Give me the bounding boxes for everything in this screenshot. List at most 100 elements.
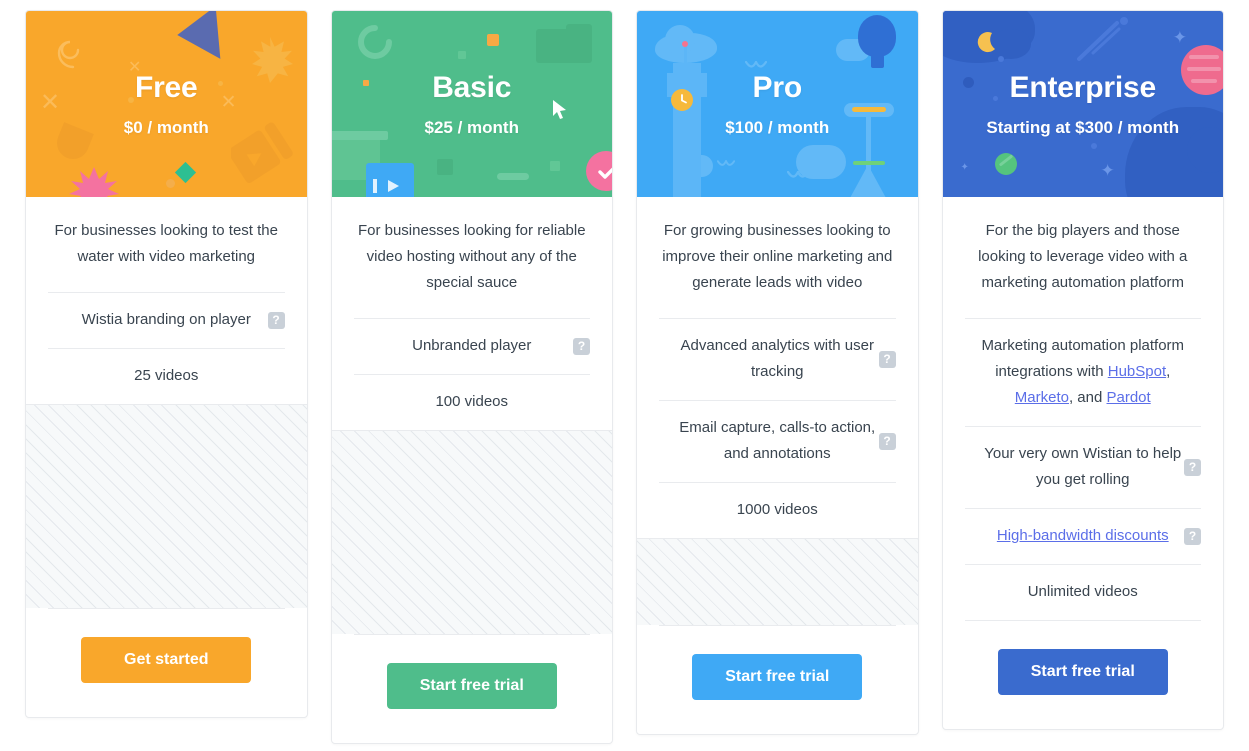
dot-shape: [1091, 143, 1097, 149]
diamond-shape: [175, 162, 196, 183]
night-cloud-shape: [991, 29, 1031, 59]
plan-header-pro: Pro $100 / month: [637, 11, 918, 197]
folder-icon: [566, 24, 592, 32]
plan-body-free: For businesses looking to test the water…: [26, 197, 307, 717]
dot-shape: [993, 96, 998, 101]
checkmark-icon: [598, 163, 612, 181]
moon-icon: [975, 29, 1003, 57]
plan-card-enterprise[interactable]: ✦ ✦ ✦ Enterprise Starting at $300 / mont…: [942, 10, 1225, 730]
hubspot-link[interactable]: HubSpot: [1108, 363, 1166, 380]
plan-filler-stripes: [637, 538, 918, 625]
plan-name: Basic: [432, 73, 511, 103]
pricing-plans-grid: ✕ ✕ ✕ Free $0 / month For businesses: [0, 0, 1249, 744]
plan-description: For businesses looking for reliable vide…: [332, 197, 613, 318]
orange-square-shape: [487, 34, 499, 46]
help-icon[interactable]: ?: [879, 433, 896, 450]
pink-planet-icon: [1181, 45, 1223, 95]
planet-stripe: [1187, 67, 1221, 71]
sparkle-icon: ✦: [1173, 29, 1187, 46]
plan-feature: Marketing automation platform integratio…: [965, 318, 1202, 426]
shooting-star-icon: [1073, 15, 1133, 63]
video-player-icon: [366, 163, 414, 197]
space-needle-top: [844, 103, 894, 117]
x-mark-shape: ✕: [221, 93, 237, 112]
plan-description: For the big players and those looking to…: [943, 197, 1224, 318]
tower-shape: [667, 73, 707, 97]
help-icon[interactable]: ?: [879, 351, 896, 368]
pardot-link[interactable]: Pardot: [1107, 389, 1151, 406]
help-icon[interactable]: ?: [1184, 459, 1201, 476]
plan-card-basic[interactable]: Basic $25 / month For businesses looking…: [331, 10, 614, 744]
plan-feature: Email capture, calls-to action, and anno…: [659, 400, 896, 482]
help-icon[interactable]: ?: [573, 338, 590, 355]
plan-body-pro: For growing businesses looking to improv…: [637, 197, 918, 734]
plan-feature-label: 1000 videos: [737, 497, 818, 523]
plan-footer: Start free trial: [354, 634, 591, 743]
bird-icon: [717, 160, 735, 169]
green-planet-icon: [995, 153, 1017, 175]
slider-shape: [497, 173, 529, 180]
plan-feature-label: High-bandwidth discounts: [997, 523, 1169, 549]
plan-feature: 100 videos: [354, 374, 591, 430]
plan-footer: Start free trial: [965, 620, 1202, 729]
plan-price: Starting at $300 / month: [986, 119, 1179, 136]
screen-shape: [332, 140, 380, 180]
space-needle-deck: [853, 161, 885, 165]
cta-button-basic[interactable]: Start free trial: [387, 663, 557, 709]
loading-ring-icon: [358, 25, 392, 59]
space-needle-shape: [866, 105, 871, 197]
planet-stripe: [1191, 79, 1217, 83]
cursor-icon: [552, 99, 568, 121]
x-mark-shape: ✕: [40, 91, 60, 115]
screen-shape: [332, 131, 388, 140]
marketo-link[interactable]: Marketo: [1015, 389, 1069, 406]
folder-icon: [536, 29, 592, 63]
green-square-shape: [550, 161, 560, 171]
cloud-shape: [796, 145, 846, 179]
starburst-shape: [247, 37, 293, 83]
plan-name: Pro: [753, 73, 802, 103]
plan-feature-label: Advanced analytics with user tracking: [675, 333, 880, 385]
plan-feature-label: Marketing automation platform integratio…: [980, 333, 1185, 411]
plan-card-pro[interactable]: Pro $100 / month For growing businesses …: [636, 10, 919, 735]
plan-feature-label: Unlimited videos: [1028, 579, 1138, 605]
plan-feature-label: Your very own Wistian to help you get ro…: [980, 441, 1185, 493]
cloud-shape: [655, 33, 717, 63]
green-square-shape: [437, 159, 453, 175]
help-icon[interactable]: ?: [1184, 528, 1201, 545]
plan-price: $0 / month: [124, 119, 209, 136]
plan-feature: Wistia branding on player ?: [48, 292, 285, 348]
cta-button-enterprise[interactable]: Start free trial: [998, 649, 1168, 695]
cloud-shape: [876, 51, 883, 58]
bird-icon: [745, 61, 767, 71]
dot-shape: [166, 179, 175, 188]
tower-shape: [673, 63, 701, 197]
notebook-pencil-icon: [231, 116, 301, 194]
hot-air-balloon-icon: [858, 15, 896, 57]
spiral-icon: [48, 28, 92, 72]
dot-shape: [128, 97, 134, 103]
plan-filler-stripes: [332, 430, 613, 634]
plan-name: Enterprise: [1010, 73, 1156, 103]
orange-dot-shape: [1167, 139, 1177, 149]
high-bandwidth-discounts-link[interactable]: High-bandwidth discounts: [997, 527, 1169, 544]
plan-card-free[interactable]: ✕ ✕ ✕ Free $0 / month For businesses: [25, 10, 308, 718]
plan-body-basic: For businesses looking for reliable vide…: [332, 197, 613, 743]
plan-feature: Unlimited videos: [965, 564, 1202, 620]
cta-button-free[interactable]: Get started: [81, 637, 251, 683]
plan-feature: Your very own Wistian to help you get ro…: [965, 426, 1202, 508]
tower-shape: [684, 45, 687, 67]
plan-footer: Get started: [48, 608, 285, 717]
sparkle-icon: ✦: [1101, 162, 1115, 179]
plan-header-basic: Basic $25 / month: [332, 11, 613, 197]
plan-feature: 1000 videos: [659, 482, 896, 538]
plan-feature-label: Email capture, calls-to action, and anno…: [675, 415, 880, 467]
space-needle-base: [844, 165, 892, 197]
help-icon[interactable]: ?: [268, 312, 285, 329]
cloud-shape: [665, 25, 695, 55]
cta-button-pro[interactable]: Start free trial: [692, 654, 862, 700]
pink-check-badge-icon: [586, 151, 612, 191]
plan-feature: Unbranded player ?: [354, 318, 591, 374]
plan-footer: Start free trial: [659, 625, 896, 734]
plan-name: Free: [135, 73, 198, 103]
